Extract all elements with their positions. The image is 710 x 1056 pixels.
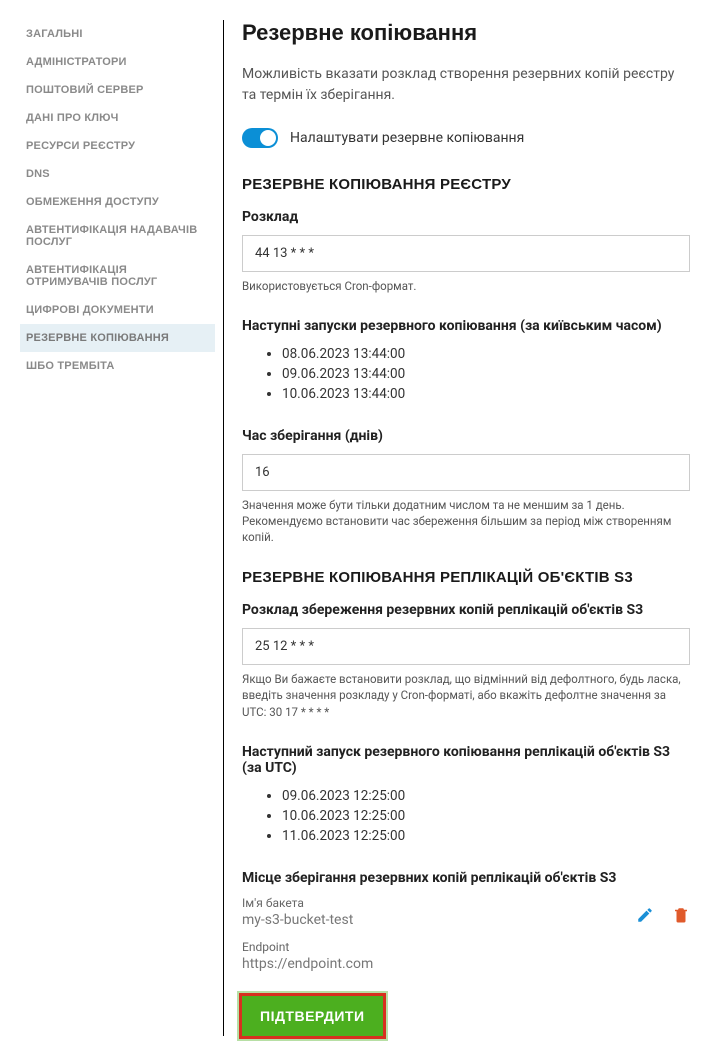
list-item: 10.06.2023 12:25:00 bbox=[282, 806, 690, 826]
sidebar-item-resources[interactable]: Ресурси реєстру bbox=[20, 132, 215, 160]
list-item: 09.06.2023 13:44:00 bbox=[282, 364, 690, 384]
s3-next-runs-list: 09.06.2023 12:25:00 10.06.2023 12:25:00 … bbox=[242, 786, 690, 846]
retention-input[interactable] bbox=[242, 454, 690, 491]
s3-schedule-input[interactable] bbox=[242, 628, 690, 665]
sidebar-item-mail[interactable]: Поштовий сервер bbox=[20, 76, 215, 104]
bucket-name-label: Ім'я бакета bbox=[242, 896, 690, 910]
next-runs-label: Наступні запуски резервного копіювання (… bbox=[242, 318, 690, 334]
sidebar-item-general[interactable]: Загальні bbox=[20, 20, 215, 48]
s3-storage-label: Місце зберігання резервних копій репліка… bbox=[242, 870, 690, 886]
sidebar-item-documents[interactable]: Цифрові документи bbox=[20, 296, 215, 324]
endpoint-label: Endpoint bbox=[242, 940, 690, 954]
page-title: Резервне копіювання bbox=[242, 20, 690, 46]
list-item: 11.06.2023 12:25:00 bbox=[282, 826, 690, 846]
main-content: Резервне копіювання Можливість вказати р… bbox=[242, 20, 700, 1036]
sidebar-item-admins[interactable]: Адміністратори bbox=[20, 48, 215, 76]
storage-block: Ім'я бакета my-s3-bucket-test Endpoint h… bbox=[242, 896, 690, 972]
schedule-label: Розклад bbox=[242, 209, 690, 225]
sidebar-item-auth-recipients[interactable]: Автентифікація отримувачів послуг bbox=[20, 256, 215, 296]
bucket-name-value: my-s3-bucket-test bbox=[242, 912, 690, 928]
sidebar-item-dns[interactable]: DNS bbox=[20, 160, 215, 188]
list-item: 10.06.2023 13:44:00 bbox=[282, 384, 690, 404]
s3-backup-heading: РЕЗЕРВНЕ КОПІЮВАННЯ РЕПЛІКАЦІЙ ОБ'ЄКТІВ … bbox=[242, 569, 690, 586]
sidebar-item-key[interactable]: Дані про ключ bbox=[20, 104, 215, 132]
schedule-hint: Використовується Cron-формат. bbox=[242, 278, 690, 294]
retention-hint: Значення може бути тільки додатним число… bbox=[242, 497, 690, 545]
sidebar: Загальні Адміністратори Поштовий сервер … bbox=[20, 20, 215, 1036]
page-description: Можливість вказати розклад створення рез… bbox=[242, 64, 690, 106]
s3-next-runs-label: Наступний запуск резервного копіювання р… bbox=[242, 744, 690, 776]
s3-schedule-label: Розклад збереження резервних копій реплі… bbox=[242, 602, 690, 618]
endpoint-value: https://endpoint.com bbox=[242, 956, 690, 972]
sidebar-item-trembita[interactable]: ШБО Трембіта bbox=[20, 352, 215, 380]
next-runs-list: 08.06.2023 13:44:00 09.06.2023 13:44:00 … bbox=[242, 344, 690, 404]
retention-label: Час зберігання (днів) bbox=[242, 428, 690, 444]
schedule-input[interactable] bbox=[242, 235, 690, 272]
trash-icon[interactable] bbox=[672, 906, 690, 924]
list-item: 09.06.2023 12:25:00 bbox=[282, 786, 690, 806]
confirm-button[interactable]: ПІДТВЕРДИТИ bbox=[242, 996, 383, 1036]
vertical-divider bbox=[223, 20, 224, 1036]
edit-icon[interactable] bbox=[636, 906, 654, 924]
sidebar-item-access[interactable]: Обмеження доступу bbox=[20, 188, 215, 216]
registry-backup-heading: РЕЗЕРВНЕ КОПІЮВАННЯ РЕЄСТРУ bbox=[242, 176, 690, 193]
backup-toggle-label: Налаштувати резервне копіювання bbox=[290, 130, 524, 146]
list-item: 08.06.2023 13:44:00 bbox=[282, 344, 690, 364]
backup-toggle[interactable] bbox=[242, 128, 278, 148]
sidebar-item-backup[interactable]: Резервне копіювання bbox=[20, 324, 215, 352]
sidebar-item-auth-providers[interactable]: Автентифікація надавачів послуг bbox=[20, 216, 215, 256]
s3-schedule-hint: Якщо Ви бажаєте встановити розклад, що в… bbox=[242, 671, 690, 719]
